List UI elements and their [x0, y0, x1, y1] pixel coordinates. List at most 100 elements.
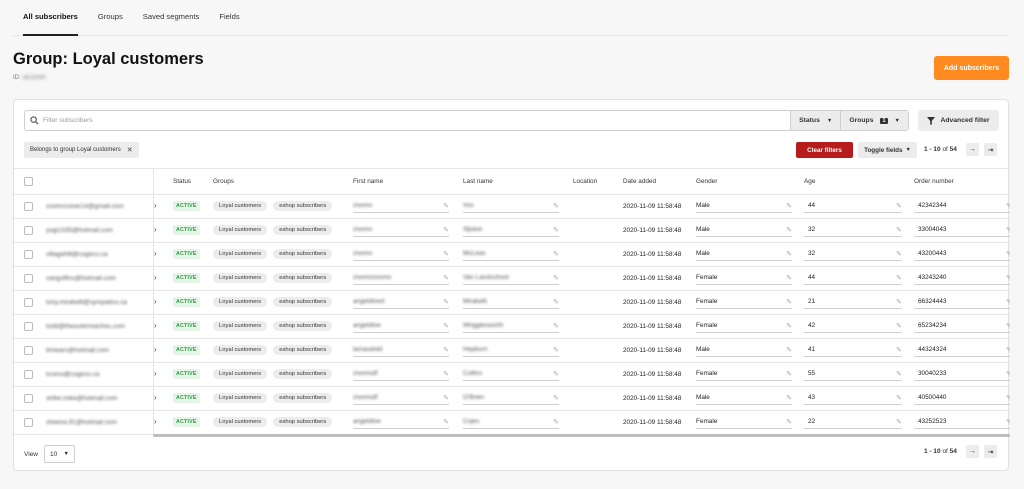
order-number-field[interactable]: 66324443 ✎ — [914, 296, 1010, 309]
age-field[interactable]: 43 ✎ — [804, 392, 902, 405]
last-name-cell[interactable]: Wrigglesworth ✎ — [463, 314, 573, 339]
first-name-field[interactable]: zoomodf ✎ — [353, 392, 449, 405]
group-pill[interactable]: eshop subscribers — [273, 297, 333, 307]
first-name-field[interactable]: zoomozoomo ✎ — [353, 272, 449, 285]
age-cell[interactable]: 22 ✎ — [804, 410, 914, 435]
table-row[interactable]: yogi1335@hotmail.com › ACTIVE Loyal custome… — [14, 218, 1010, 243]
age-cell[interactable]: 32 ✎ — [804, 242, 914, 267]
table-row[interactable]: strike.mike@hotmail.com › ACTIVE Loyal cust… — [14, 386, 1010, 411]
pencil-icon[interactable]: ✎ — [896, 370, 902, 378]
gender-field[interactable]: Female ✎ — [696, 416, 792, 429]
pencil-icon[interactable]: ✎ — [1006, 346, 1010, 354]
first-name-field[interactable]: zoomo ✎ — [353, 248, 449, 261]
age-cell[interactable]: 32 ✎ — [804, 218, 914, 243]
age-cell[interactable]: 43 ✎ — [804, 386, 914, 411]
pencil-icon[interactable]: ✎ — [443, 250, 449, 258]
email-cell[interactable]: yogi1335@hotmail.com › — [14, 218, 157, 243]
first-name-field[interactable]: zoomodf ✎ — [353, 368, 449, 381]
group-pill[interactable]: Loyal customers — [213, 345, 268, 355]
subscriber-email[interactable]: tcreno@cogeco.ca — [46, 371, 154, 378]
pencil-icon[interactable]: ✎ — [443, 322, 449, 330]
first-name-cell[interactable]: zoomozoomo ✎ — [353, 266, 463, 291]
gender-field[interactable]: Female ✎ — [696, 296, 792, 309]
row-checkbox[interactable] — [24, 297, 33, 307]
horizontal-scrollbar[interactable] — [153, 434, 1010, 437]
gender-cell[interactable]: Male ✎ — [696, 386, 804, 411]
gender-cell[interactable]: Male ✎ — [696, 338, 804, 363]
group-pill[interactable]: eshop subscribers — [273, 369, 333, 379]
pencil-icon[interactable]: ✎ — [896, 250, 902, 258]
gender-field[interactable]: Male ✎ — [696, 200, 792, 213]
gender-cell[interactable]: Female ✎ — [696, 362, 804, 387]
gender-field[interactable]: Female ✎ — [696, 272, 792, 285]
group-pill[interactable]: Loyal customers — [213, 201, 268, 211]
pencil-icon[interactable]: ✎ — [1006, 250, 1010, 258]
row-checkbox[interactable] — [24, 393, 33, 403]
pencil-icon[interactable]: ✎ — [896, 226, 902, 234]
row-checkbox[interactable] — [24, 417, 33, 427]
chevron-right-icon[interactable]: › — [154, 297, 157, 306]
tab-saved-segments[interactable]: Saved segments — [133, 0, 210, 35]
email-cell[interactable]: todd@theouterreaches.com › — [14, 314, 157, 339]
subscriber-email[interactable]: timwars@hotmail.com — [46, 347, 154, 354]
pencil-icon[interactable]: ✎ — [786, 322, 792, 330]
gender-field[interactable]: Male ✎ — [696, 344, 792, 357]
age-field[interactable]: 32 ✎ — [804, 224, 902, 237]
age-field[interactable]: 21 ✎ — [804, 296, 902, 309]
first-name-cell[interactable]: zoomodf ✎ — [353, 362, 463, 387]
pencil-icon[interactable]: ✎ — [786, 370, 792, 378]
last-name-field[interactable]: Vos ✎ — [463, 200, 559, 213]
pencil-icon[interactable]: ✎ — [553, 322, 559, 330]
col-last-name[interactable]: Last name — [463, 169, 573, 195]
pencil-icon[interactable]: ✎ — [896, 418, 902, 426]
subscriber-email[interactable]: strike.mike@hotmail.com — [46, 395, 154, 402]
chevron-right-icon[interactable]: › — [154, 417, 157, 426]
first-name-cell[interactable]: lamaodold ✎ — [353, 338, 463, 363]
age-field[interactable]: 22 ✎ — [804, 416, 902, 429]
last-name-cell[interactable]: Mirabelli ✎ — [463, 290, 573, 315]
row-checkbox[interactable] — [24, 225, 33, 235]
advanced-filter-button[interactable]: Advanced filter — [918, 110, 999, 131]
gender-cell[interactable]: Male ✎ — [696, 194, 804, 219]
pencil-icon[interactable]: ✎ — [443, 202, 449, 210]
pencil-icon[interactable]: ✎ — [443, 346, 449, 354]
last-name-cell[interactable]: Collins ✎ — [463, 362, 573, 387]
last-name-field[interactable]: Sljoker ✎ — [463, 224, 559, 237]
subscriber-email[interactable]: sheena.91@hotmail.com — [46, 419, 154, 426]
pencil-icon[interactable]: ✎ — [786, 226, 792, 234]
table-row[interactable]: vangolfinc@hotmail.com › ACTIVE Loyal custo… — [14, 266, 1010, 291]
email-cell[interactable]: vangolfinc@hotmail.com › — [14, 266, 157, 291]
table-row[interactable]: todd@theouterreaches.com › ACTIVE Loyal cus… — [14, 314, 1010, 339]
email-cell[interactable]: zoomcruiser14@gmail.com › — [14, 194, 157, 219]
order-number-field[interactable]: 40500440 ✎ — [914, 392, 1010, 405]
toggle-fields-button[interactable]: Toggle fields ▼ — [858, 142, 917, 158]
pencil-icon[interactable]: ✎ — [786, 346, 792, 354]
pencil-icon[interactable]: ✎ — [553, 394, 559, 402]
first-name-cell[interactable]: angeldined ✎ — [353, 290, 463, 315]
table-row[interactable]: timwars@hotmail.com › ACTIVE Loyal customer… — [14, 338, 1010, 363]
group-pill[interactable]: Loyal customers — [213, 417, 268, 427]
first-name-cell[interactable]: zoomo ✎ — [353, 194, 463, 219]
last-name-field[interactable]: Cojes ✎ — [463, 416, 559, 429]
email-cell[interactable]: tcreno@cogeco.ca › — [14, 362, 157, 387]
age-cell[interactable]: 55 ✎ — [804, 362, 914, 387]
subscriber-email[interactable]: tony.mirabelli@sympatico.ca — [46, 299, 154, 306]
group-pill[interactable]: eshop subscribers — [273, 273, 333, 283]
email-cell[interactable]: timwars@hotmail.com › — [14, 338, 157, 363]
order-number-cell[interactable]: 40500440 ✎ — [914, 386, 1010, 411]
pencil-icon[interactable]: ✎ — [786, 298, 792, 306]
gender-field[interactable]: Female ✎ — [696, 320, 792, 333]
last-name-cell[interactable]: Sljoker ✎ — [463, 218, 573, 243]
age-field[interactable]: 44 ✎ — [804, 200, 902, 213]
clear-filters-button[interactable]: Clear filters — [796, 142, 853, 158]
last-name-field[interactable]: Wrigglesworth ✎ — [463, 320, 559, 333]
pencil-icon[interactable]: ✎ — [443, 274, 449, 282]
last-name-cell[interactable]: Vos ✎ — [463, 194, 573, 219]
group-pill[interactable]: eshop subscribers — [273, 321, 333, 331]
age-cell[interactable]: 44 ✎ — [804, 266, 914, 291]
last-name-field[interactable]: Van Landschoot ✎ — [463, 272, 559, 285]
add-subscribers-button[interactable]: Add subscribers — [934, 56, 1009, 80]
subscriber-email[interactable]: zoomcruiser14@gmail.com — [46, 203, 154, 210]
pencil-icon[interactable]: ✎ — [553, 250, 559, 258]
order-number-field[interactable]: 43200443 ✎ — [914, 248, 1010, 261]
